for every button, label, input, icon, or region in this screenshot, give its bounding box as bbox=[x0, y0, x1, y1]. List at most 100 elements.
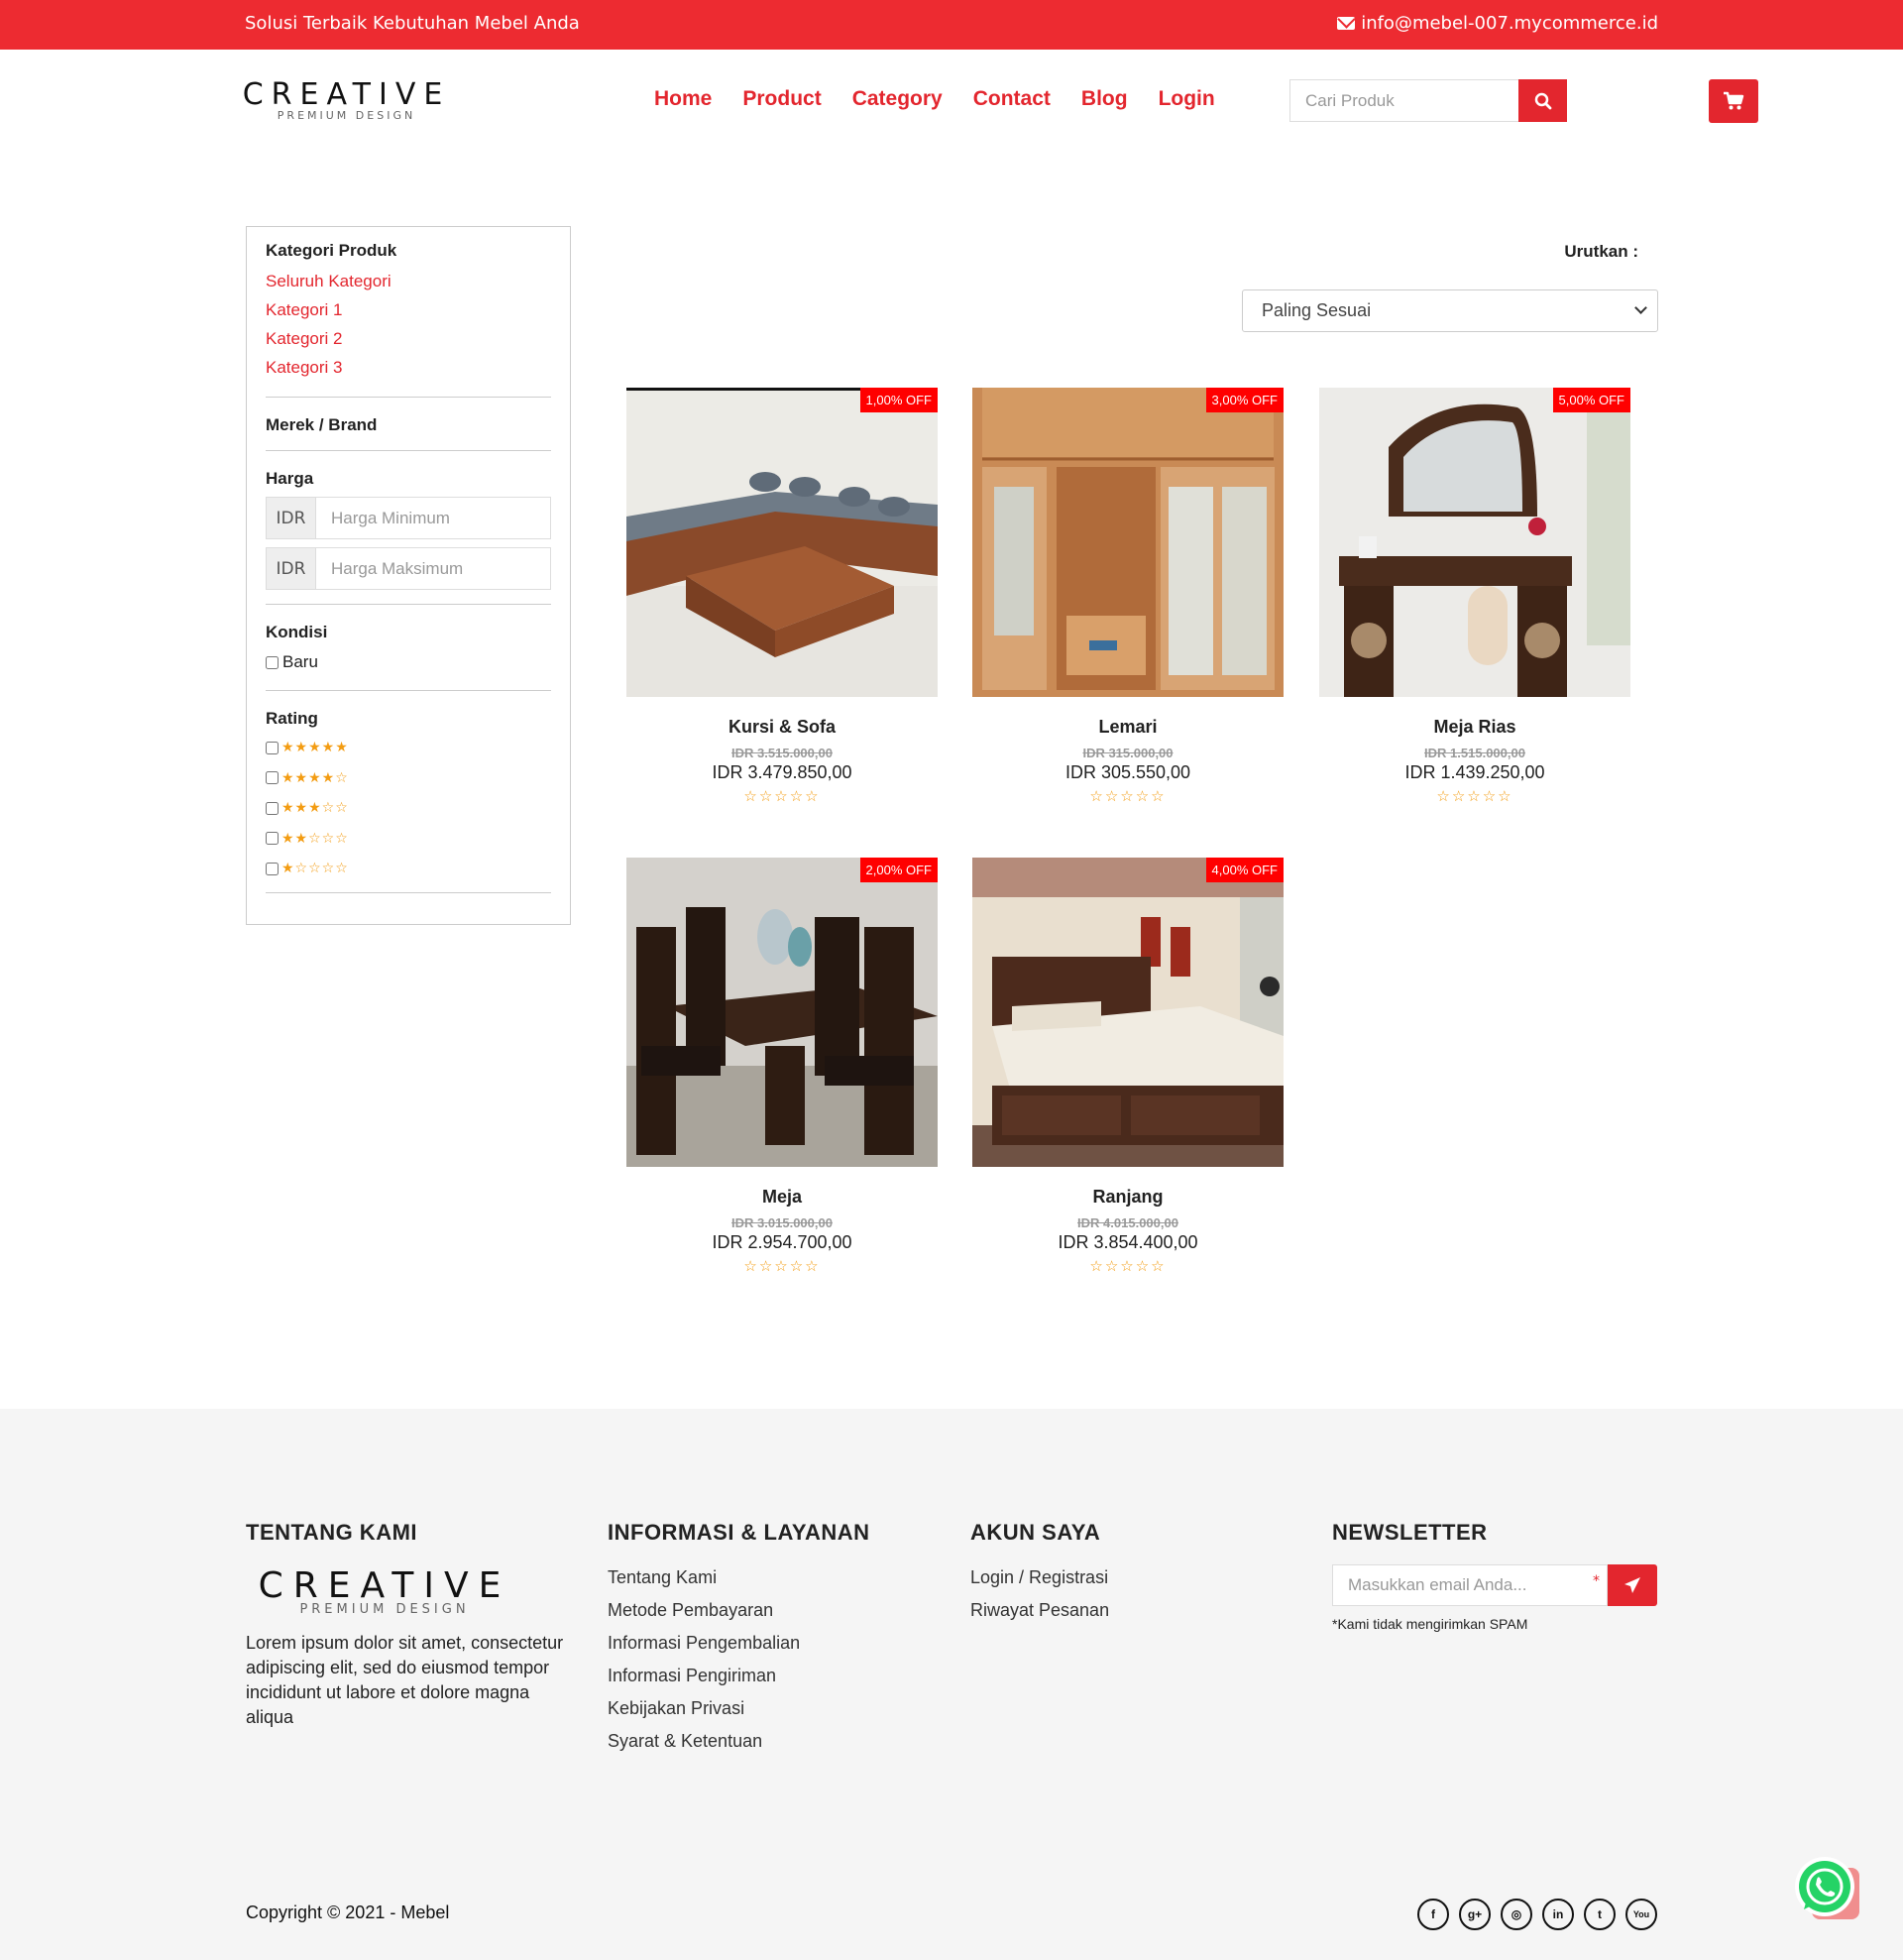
discount-badge: 2,00% OFF bbox=[859, 858, 938, 882]
product-price: IDR 3.854.400,00 bbox=[1058, 1232, 1198, 1252]
email-text[interactable]: info@mebel-007.mycommerce.id bbox=[1361, 13, 1658, 34]
newsletter-submit-button[interactable] bbox=[1608, 1564, 1657, 1606]
currency-addon: IDR bbox=[267, 498, 316, 538]
price-max-input[interactable] bbox=[316, 548, 550, 589]
product-name[interactable]: Ranjang bbox=[972, 1187, 1284, 1208]
category-link-3[interactable]: Kategori 3 bbox=[266, 353, 551, 382]
nav-blog[interactable]: Blog bbox=[1081, 87, 1128, 111]
linkedin-icon[interactable]: in bbox=[1542, 1899, 1574, 1930]
product-rating: ☆☆☆☆☆ bbox=[1089, 1257, 1167, 1275]
social-links: f g+ ◎ in t You bbox=[1417, 1899, 1657, 1930]
footer-about: TENTANG KAMI CREATIVE PREMIUM DESIGN Lor… bbox=[246, 1520, 573, 1730]
footer-about-text: Lorem ipsum dolor sit amet, consectetur … bbox=[246, 1633, 564, 1727]
product-old-price: IDR 4.015.000,00 bbox=[1077, 1215, 1178, 1230]
product-card[interactable]: 5,00% OFF Meja Rias IDR 1.515.000,00 IDR… bbox=[1319, 388, 1630, 805]
footer-link-payment[interactable]: Metode Pembayaran bbox=[608, 1594, 870, 1627]
cart-button[interactable] bbox=[1709, 79, 1758, 123]
footer-logo: CREATIVE PREMIUM DESIGN bbox=[246, 1565, 523, 1617]
nav-product[interactable]: Product bbox=[742, 87, 821, 111]
youtube-icon[interactable]: You bbox=[1625, 1899, 1657, 1930]
discount-badge: 1,00% OFF bbox=[859, 388, 938, 412]
product-name[interactable]: Meja Rias bbox=[1319, 717, 1630, 738]
footer-newsletter: NEWSLETTER *Kami tidak mengirimkan SPAM bbox=[1332, 1520, 1657, 1632]
sort-select[interactable]: Paling Sesuai bbox=[1242, 289, 1658, 332]
whatsapp-chat-button[interactable] bbox=[1792, 1854, 1863, 1925]
product-image[interactable]: 2,00% OFF bbox=[626, 858, 938, 1167]
site-logo[interactable]: CREATIVE PREMIUM DESIGN bbox=[241, 77, 452, 122]
brand-title[interactable]: Merek / Brand bbox=[266, 415, 551, 435]
product-price: IDR 3.479.850,00 bbox=[712, 762, 852, 782]
condition-option-new[interactable]: Baru bbox=[266, 652, 551, 672]
footer-link-returns[interactable]: Informasi Pengembalian bbox=[608, 1627, 870, 1660]
rating-stars: ★★★★★ bbox=[281, 740, 349, 756]
newsletter-email-input[interactable] bbox=[1332, 1564, 1608, 1606]
price-max-group: IDR bbox=[266, 547, 551, 590]
product-old-price: IDR 3.015.000,00 bbox=[731, 1215, 833, 1230]
footer-link-terms[interactable]: Syarat & Ketentuan bbox=[608, 1725, 870, 1758]
nav-contact[interactable]: Contact bbox=[973, 87, 1051, 111]
footer-link-privacy[interactable]: Kebijakan Privasi bbox=[608, 1692, 870, 1725]
google-plus-icon[interactable]: g+ bbox=[1459, 1899, 1491, 1930]
product-image[interactable]: 4,00% OFF bbox=[972, 858, 1284, 1167]
newsletter-note: *Kami tidak mengirimkan SPAM bbox=[1332, 1616, 1528, 1632]
rating-option-1[interactable]: ★☆☆☆☆ bbox=[266, 854, 551, 884]
product-image[interactable]: 3,00% OFF bbox=[972, 388, 1284, 697]
product-name[interactable]: Meja bbox=[626, 1187, 938, 1208]
product-rating: ☆☆☆☆☆ bbox=[1089, 787, 1167, 805]
rating-checkbox[interactable] bbox=[266, 741, 279, 754]
discount-badge: 4,00% OFF bbox=[1205, 858, 1284, 882]
product-rating: ☆☆☆☆☆ bbox=[743, 1257, 821, 1275]
divider bbox=[266, 891, 551, 893]
search-button[interactable] bbox=[1518, 79, 1567, 122]
sort-label: Urutkan : bbox=[1564, 242, 1638, 261]
category-link-1[interactable]: Kategori 1 bbox=[266, 295, 551, 324]
product-name[interactable]: Lemari bbox=[972, 717, 1284, 738]
twitter-icon[interactable]: t bbox=[1584, 1899, 1616, 1930]
product-card[interactable]: 2,00% OFF Meja IDR 3.015.000,00 IDR 2.95… bbox=[626, 858, 938, 1275]
search-bar bbox=[1289, 79, 1567, 122]
required-asterisk: * bbox=[1593, 1573, 1600, 1589]
footer-link-about[interactable]: Tentang Kami bbox=[608, 1561, 870, 1594]
rating-filter-list: ★★★★★ ★★★★☆ ★★★☆☆ ★★☆☆☆ ★☆☆☆☆ bbox=[266, 733, 551, 884]
condition-label: Baru bbox=[282, 652, 318, 671]
rating-checkbox[interactable] bbox=[266, 862, 279, 875]
product-old-price: IDR 1.515.000,00 bbox=[1424, 746, 1525, 760]
category-link-2[interactable]: Kategori 2 bbox=[266, 324, 551, 353]
price-min-input[interactable] bbox=[316, 498, 550, 538]
product-image[interactable]: 5,00% OFF bbox=[1319, 388, 1630, 697]
rating-checkbox[interactable] bbox=[266, 832, 279, 846]
rating-stars: ★★★☆☆ bbox=[281, 800, 349, 817]
contact-email[interactable]: info@mebel-007.mycommerce.id bbox=[1337, 13, 1658, 34]
search-input[interactable] bbox=[1289, 79, 1518, 122]
nav-login[interactable]: Login bbox=[1159, 87, 1215, 111]
newsletter-form bbox=[1332, 1564, 1657, 1606]
rating-option-2[interactable]: ★★☆☆☆ bbox=[266, 824, 551, 855]
footer-link-orders[interactable]: Riwayat Pesanan bbox=[970, 1594, 1109, 1627]
rating-checkbox[interactable] bbox=[266, 771, 279, 785]
newsletter-title: NEWSLETTER bbox=[1332, 1520, 1488, 1545]
facebook-icon[interactable]: f bbox=[1417, 1899, 1449, 1930]
nav-home[interactable]: Home bbox=[654, 87, 712, 111]
category-link-all[interactable]: Seluruh Kategori bbox=[266, 267, 551, 295]
product-image[interactable]: 1,00% OFF bbox=[626, 388, 938, 697]
condition-checkbox[interactable] bbox=[266, 655, 279, 669]
nav-category[interactable]: Category bbox=[852, 87, 943, 111]
main-nav: Home Product Category Contact Blog Login bbox=[654, 87, 1246, 111]
rating-option-3[interactable]: ★★★☆☆ bbox=[266, 793, 551, 824]
footer-link-login[interactable]: Login / Registrasi bbox=[970, 1561, 1109, 1594]
product-name[interactable]: Kursi & Sofa bbox=[626, 717, 938, 738]
product-card[interactable]: 1,00% OFF Kursi & Sofa IDR 3.515.000,00 … bbox=[626, 388, 938, 805]
footer-link-shipping[interactable]: Informasi Pengiriman bbox=[608, 1660, 870, 1692]
rating-option-4[interactable]: ★★★★☆ bbox=[266, 763, 551, 794]
footer-account-links: Login / Registrasi Riwayat Pesanan bbox=[970, 1561, 1109, 1627]
rating-option-5[interactable]: ★★★★★ bbox=[266, 733, 551, 763]
product-price: IDR 305.550,00 bbox=[1064, 762, 1191, 782]
product-old-price: IDR 3.515.000,00 bbox=[731, 746, 833, 760]
product-card[interactable]: 3,00% OFF Lemari IDR 315.000,00 IDR 305.… bbox=[972, 388, 1284, 805]
instagram-icon[interactable]: ◎ bbox=[1501, 1899, 1532, 1930]
product-card[interactable]: 4,00% OFF Ranjang IDR 4.015.000,00 IDR 3… bbox=[972, 858, 1284, 1275]
divider bbox=[266, 690, 551, 691]
envelope-icon bbox=[1337, 17, 1356, 30]
rating-stars: ★☆☆☆☆ bbox=[281, 861, 349, 877]
rating-checkbox[interactable] bbox=[266, 801, 279, 815]
